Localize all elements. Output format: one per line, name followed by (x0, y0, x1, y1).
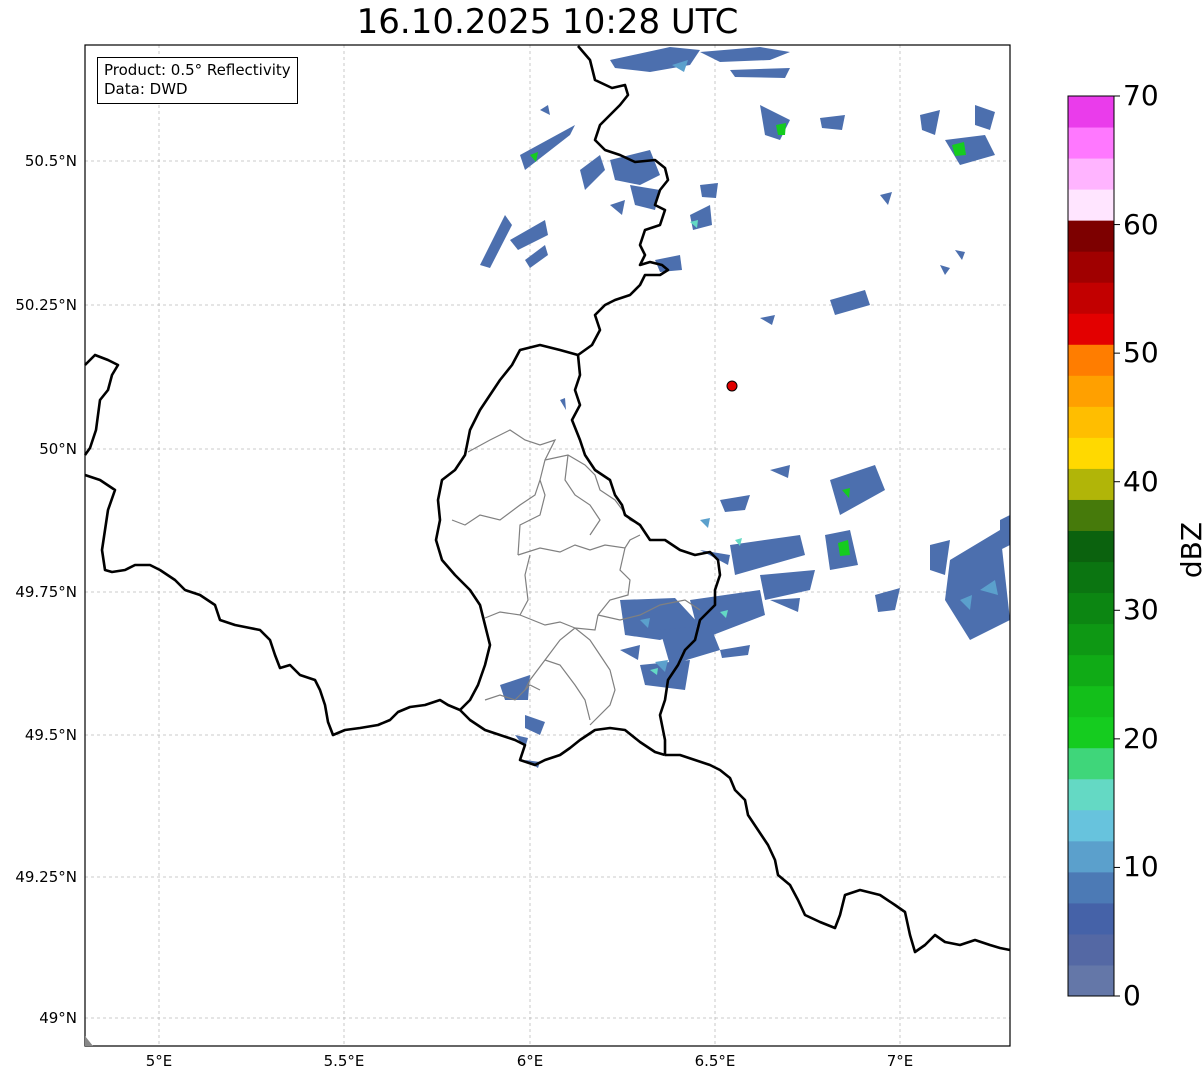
colorbar-swatch (1068, 809, 1114, 842)
colorbar-swatch (1068, 964, 1114, 997)
colorbar-swatch (1068, 406, 1114, 438)
colorbar-tick-label: 40 (1123, 464, 1159, 498)
colorbar-swatch (1068, 871, 1114, 904)
lat-label-50.25: 50.25°N (15, 296, 77, 314)
colorbar-tick-label: 30 (1123, 593, 1159, 627)
colorbar-swatch (1068, 158, 1114, 190)
product-label: Product: 0.5° Reflectivity (104, 61, 291, 79)
colorbar-swatch (1068, 96, 1114, 128)
country-borders (83, 45, 1011, 954)
colorbar-swatch (1068, 747, 1114, 780)
radar-echoes (480, 47, 1010, 768)
colorbar-label: dBZ (1175, 521, 1202, 579)
corner-artifact (85, 1036, 93, 1046)
colorbar (1068, 96, 1114, 997)
colorbar-swatch (1068, 933, 1114, 966)
colorbar-swatch (1068, 902, 1114, 935)
radar-map (83, 44, 1120, 1047)
colorbar-tick-label: 20 (1123, 721, 1159, 755)
lat-label-49.25: 49.25°N (15, 868, 77, 886)
colorbar-swatch (1068, 189, 1114, 221)
colorbar-tick-label: 0 (1123, 979, 1141, 1012)
lon-label-6: 6°E (516, 1052, 544, 1070)
product-info-box: Product: 0.5° Reflectivity Data: DWD (97, 57, 298, 104)
colorbar-swatch (1068, 840, 1114, 873)
colorbar-tick-label: 10 (1123, 850, 1159, 884)
data-source-label: Data: DWD (104, 80, 188, 98)
colorbar-swatch (1068, 313, 1114, 345)
lat-label-49: 49°N (39, 1009, 77, 1027)
lat-label-50: 50°N (39, 440, 77, 458)
colorbar-swatch (1068, 499, 1114, 531)
colorbar-tick-label: 50 (1123, 336, 1159, 370)
colorbar-tick-label: 60 (1123, 207, 1159, 241)
lon-label-5.5: 5.5°E (323, 1052, 365, 1070)
lon-label-6.5: 6.5°E (694, 1052, 736, 1070)
gridlines (85, 45, 1010, 1046)
colorbar-swatch (1068, 592, 1114, 625)
colorbar-swatch (1068, 251, 1114, 283)
colorbar-swatch (1068, 220, 1114, 252)
colorbar-swatch (1068, 561, 1114, 594)
lat-label-50.5: 50.5°N (24, 152, 77, 170)
colorbar-swatch (1068, 716, 1114, 749)
map-frame (84, 44, 1011, 1047)
colorbar-swatch (1068, 778, 1114, 811)
colorbar-swatch (1068, 468, 1114, 500)
colorbar-swatch (1068, 437, 1114, 469)
colorbar-tick-label: 70 (1123, 79, 1159, 112)
colorbar-swatch (1068, 127, 1114, 159)
colorbar-swatch (1068, 282, 1114, 314)
colorbar-swatch (1068, 685, 1114, 718)
radar-site-marker (726, 380, 738, 392)
colorbar-tickmarks (1114, 95, 1120, 997)
colorbar-swatch (1068, 530, 1114, 563)
lon-label-7: 7°E (886, 1052, 914, 1070)
lat-label-49.5: 49.5°N (24, 726, 77, 744)
colorbar-swatch (1068, 344, 1114, 376)
colorbar-swatch (1068, 623, 1114, 656)
colorbar-swatch (1068, 654, 1114, 687)
colorbar-swatch (1068, 375, 1114, 407)
lon-label-5: 5°E (145, 1052, 173, 1070)
lat-label-49.75: 49.75°N (15, 583, 77, 601)
